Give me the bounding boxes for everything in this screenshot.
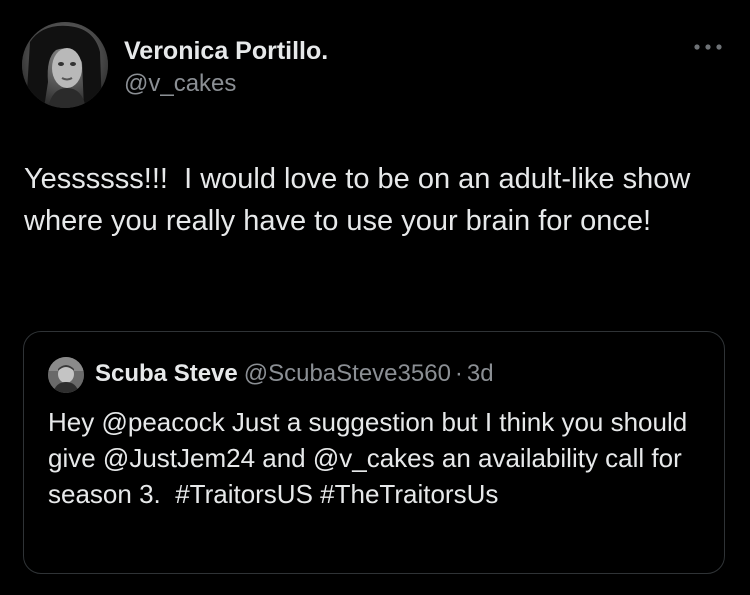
separator-dot: ·: [454, 360, 463, 387]
more-horizontal-icon: [694, 44, 722, 50]
author-handle[interactable]: @v_cakes: [124, 69, 236, 99]
author-avatar[interactable]: [22, 22, 108, 108]
tweet-text: Yessssss!!! I would love to be on an adu…: [24, 163, 699, 237]
author-display-name[interactable]: Veronica Portillo.: [124, 36, 328, 66]
quoted-tweet-header: Scuba Steve @ScubaSteve3560 · 3d: [95, 359, 494, 389]
quoted-tweet-card[interactable]: Scuba Steve @ScubaSteve3560 · 3d Hey @peaco…: [23, 331, 725, 574]
quoted-author-handle[interactable]: @ScubaSteve3560: [244, 360, 451, 387]
quoted-tweet-timestamp[interactable]: 3d: [467, 360, 494, 387]
more-options-button[interactable]: [688, 34, 728, 60]
tweet: Veronica Portillo. @v_cakes Yessssss!!! …: [0, 0, 750, 595]
quoted-author-avatar[interactable]: [48, 357, 84, 393]
quoted-author-display-name[interactable]: Scuba Steve: [95, 360, 238, 387]
quoted-tweet-text: Hey @peacock Just a suggestion but I thi…: [48, 407, 695, 509]
